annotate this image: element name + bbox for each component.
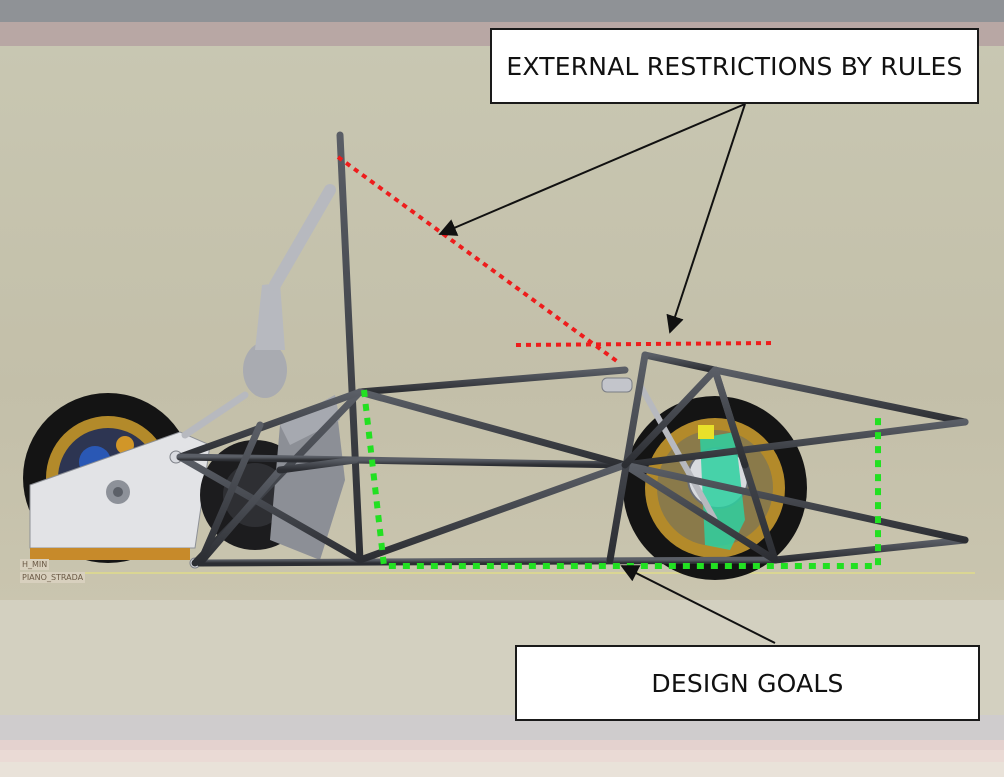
h-min-label: H_MIN [20, 559, 50, 570]
bottom-band-4 [0, 762, 1004, 777]
top-band [0, 0, 1004, 22]
bottom-band-3 [0, 750, 1004, 762]
cad-diagram: EXTERNAL RESTRICTIONS BY RULES DESIGN GO… [0, 0, 1004, 777]
design-goals-callout: DESIGN GOALS [515, 645, 980, 721]
bottom-band-2 [0, 740, 1004, 750]
external-restrictions-callout: EXTERNAL RESTRICTIONS BY RULES [490, 28, 979, 104]
piano-strada-label: PIANO_STRADA [20, 572, 86, 583]
